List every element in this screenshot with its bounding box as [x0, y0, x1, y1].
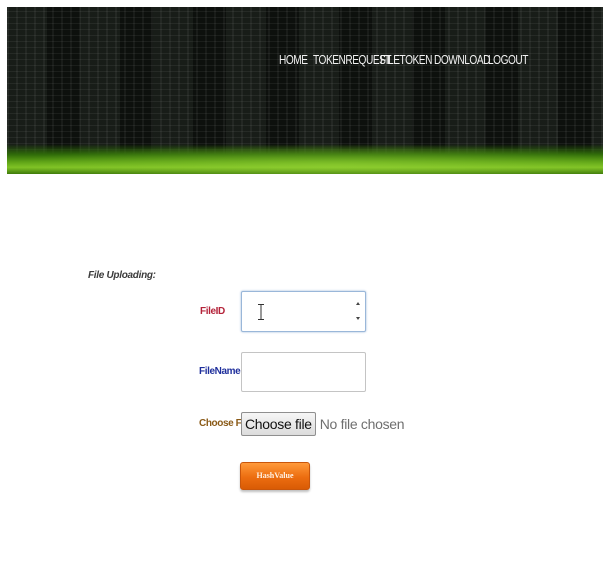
- main-nav: HOME TOKENREQUEST FILETOKEN DOWNLOAD LOG…: [7, 52, 603, 72]
- nav-filetoken[interactable]: FILETOKEN: [380, 52, 432, 67]
- text-cursor-icon: [258, 304, 264, 320]
- section-title: File Uploading:: [88, 270, 156, 281]
- fileid-label: FileID: [200, 306, 225, 317]
- filename-input[interactable]: [241, 352, 366, 392]
- nav-download[interactable]: DOWNLOAD: [434, 52, 490, 67]
- spinner-arrows-icon[interactable]: [356, 300, 362, 324]
- nav-logout[interactable]: LOGOUT: [488, 52, 528, 67]
- site-header: HOME TOKENREQUEST FILETOKEN DOWNLOAD LOG…: [7, 7, 603, 174]
- file-chooser: Choose file No file chosen: [241, 411, 405, 437]
- spin-down-icon[interactable]: [356, 317, 360, 320]
- nav-home[interactable]: HOME: [279, 52, 308, 67]
- filename-label: FileName: [199, 366, 241, 377]
- fileid-input[interactable]: [241, 291, 366, 332]
- hashvalue-button[interactable]: HashValue: [240, 462, 310, 490]
- spin-up-icon[interactable]: [356, 302, 360, 305]
- choose-file-button[interactable]: Choose file: [241, 412, 316, 436]
- header-green-glow: [7, 144, 603, 174]
- file-status-text: No file chosen: [319, 416, 405, 432]
